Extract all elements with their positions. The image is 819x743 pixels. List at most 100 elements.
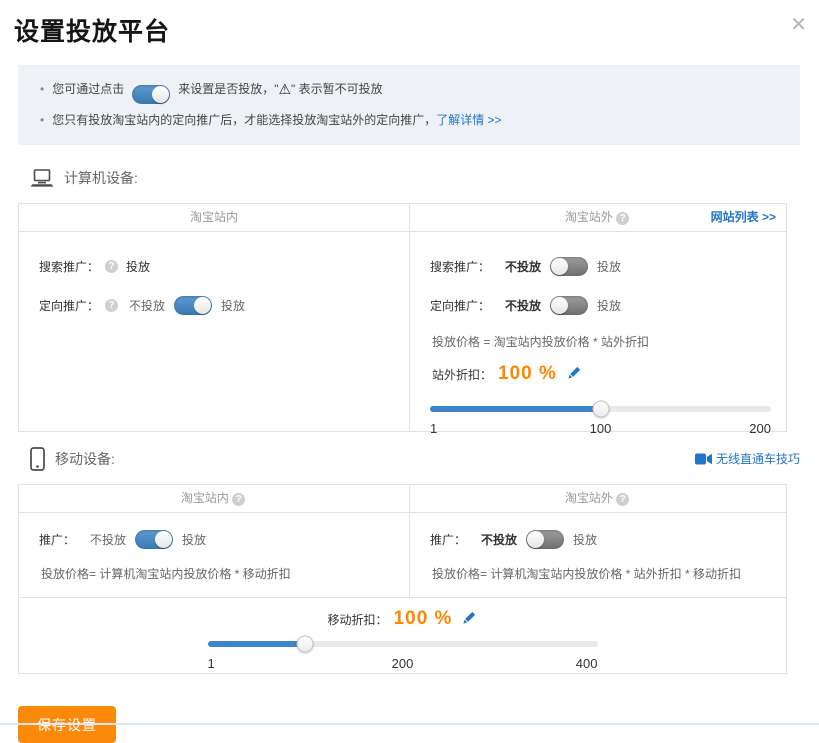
offsite-discount-value: 100 % — [498, 363, 557, 385]
learn-more-link[interactable]: 了解详情 >> — [436, 113, 501, 127]
mobile-discount-section: 移动折扣： 100 % 1 200 400 — [19, 597, 786, 673]
toggle-on-label: 投放 — [597, 258, 621, 275]
notice-line1-text-after: 来设置是否投放，" — [178, 82, 278, 96]
target-promo-row-offsite: 定向推广： 不投放 投放 — [430, 293, 771, 317]
dialog: ✕ 设置投放平台 •您可通过点击来设置是否投放，"⚠" 表示暂不可投放 • 您只有… — [0, 12, 819, 743]
mobile-offsite-header-label: 淘宝站外 — [565, 491, 613, 505]
toggle-off-label: 不投放 — [129, 297, 165, 314]
wireless-tips-link[interactable]: 无线直通车技巧 — [695, 450, 800, 468]
toggle-on-label: 投放 — [573, 531, 597, 548]
computer-section-label: 计算机设备: — [64, 168, 138, 188]
help-icon[interactable]: ? — [616, 493, 629, 506]
mobile-promo-row-offsite: 推广： 不投放 投放 — [430, 527, 771, 551]
computer-onsite-header: 淘宝站内 — [19, 204, 410, 231]
mobile-table-header: 淘宝站内 ? 淘宝站外 ? — [19, 485, 786, 513]
help-icon[interactable]: ? — [105, 299, 118, 312]
mobile-slider-wrap: 1 200 400 — [208, 641, 598, 672]
toggle-on-label: 投放 — [182, 531, 206, 548]
mobile-table: 淘宝站内 ? 淘宝站外 ? 推广： 不投放 投放 投放价格= 计算机淘宝站内投放… — [18, 484, 787, 674]
phone-icon — [30, 447, 45, 471]
mobile-offsite-cell: 推广： 不投放 投放 投放价格= 计算机淘宝站内投放价格 * 站外折扣 * 移动… — [410, 513, 786, 597]
search-promo-row-onsite: 搜索推广： ? 投放 — [39, 254, 394, 278]
slider-mid-label: 200 — [392, 656, 414, 671]
search-promo-offsite-toggle[interactable] — [550, 257, 588, 276]
mobile-offsite-toggle[interactable] — [526, 530, 564, 549]
sample-toggle[interactable] — [132, 85, 170, 104]
computer-offsite-cell: 搜索推广： 不投放 投放 定向推广： 不投放 投放 投放价格 = 淘宝站内投放价… — [410, 232, 786, 431]
search-promo-state: 投放 — [126, 258, 150, 275]
notice-line-2: • 您只有投放淘宝站内的定向推广后，才能选择投放淘宝站外的定向推广，了解详情 >> — [40, 107, 782, 133]
help-icon[interactable]: ? — [232, 493, 245, 506]
notice-box: •您可通过点击来设置是否投放，"⚠" 表示暂不可投放 • 您只有投放淘宝站内的定向… — [18, 65, 800, 145]
computer-table-header: 淘宝站内 淘宝站外 ? 网站列表 >> — [19, 204, 786, 232]
slider-max-label: 400 — [576, 656, 598, 671]
close-icon[interactable]: ✕ — [790, 12, 807, 38]
toggle-off-label: 不投放 — [481, 531, 517, 548]
toggle-on-label: 投放 — [597, 297, 621, 314]
computer-offsite-header-label: 淘宝站外 — [565, 210, 613, 224]
mobile-onsite-header: 淘宝站内 ? — [19, 485, 410, 512]
toggle-off-label: 不投放 — [505, 258, 541, 275]
website-list-link[interactable]: 网站列表 >> — [711, 204, 776, 231]
mobile-offsite-header: 淘宝站外 ? — [410, 485, 786, 512]
notice-line1-text-end: " 表示暂不可投放 — [291, 82, 383, 96]
bottom-divider — [0, 723, 819, 725]
edit-pencil-icon[interactable] — [462, 610, 477, 628]
toggle-on-label: 投放 — [221, 297, 245, 314]
search-promo-row-offsite: 搜索推广： 不投放 投放 — [430, 254, 771, 278]
mobile-discount-value: 100 % — [394, 608, 453, 630]
mobile-promo-label: 推广： — [39, 531, 75, 548]
slider-mid-label: 100 — [590, 421, 612, 436]
search-promo-label: 搜索推广： — [39, 258, 99, 275]
computer-table: 淘宝站内 淘宝站外 ? 网站列表 >> 搜索推广： ? 投放 定向推广： ? 不… — [18, 203, 787, 432]
notice-line-1: •您可通过点击来设置是否投放，"⚠" 表示暂不可投放 — [40, 76, 782, 107]
mobile-discount-label: 移动折扣： — [328, 611, 388, 628]
mobile-onsite-cell: 推广： 不投放 投放 投放价格= 计算机淘宝站内投放价格 * 移动折扣 — [19, 513, 410, 597]
sample-toggle-wrap — [132, 81, 170, 107]
mobile-onsite-header-label: 淘宝站内 — [181, 491, 229, 505]
target-promo-label: 定向推广： — [430, 297, 490, 314]
bullet-icon: • — [40, 82, 44, 96]
page-title: 设置投放平台 — [14, 12, 819, 48]
warning-icon: ⚠ — [278, 81, 291, 97]
slider-fill — [430, 406, 601, 412]
video-camera-icon — [695, 453, 712, 468]
mobile-section-label: 移动设备: — [55, 449, 115, 469]
mobile-discount-slider[interactable] — [208, 641, 598, 647]
toggle-off-label: 不投放 — [90, 531, 126, 548]
computer-onsite-cell: 搜索推广： ? 投放 定向推广： ? 不投放 投放 — [19, 232, 410, 431]
computer-offsite-header: 淘宝站外 ? 网站列表 >> — [410, 204, 786, 231]
target-promo-row-onsite: 定向推广： ? 不投放 投放 — [39, 293, 394, 317]
slider-min-label: 1 — [430, 421, 437, 436]
mobile-promo-row-onsite: 推广： 不投放 投放 — [39, 527, 394, 551]
mobile-promo-label: 推广： — [430, 531, 466, 548]
offsite-discount-row: 站外折扣： 100 % — [432, 362, 771, 386]
offsite-price-formula: 投放价格 = 淘宝站内投放价格 * 站外折扣 — [432, 333, 771, 350]
target-promo-onsite-toggle[interactable] — [174, 296, 212, 315]
slider-knob[interactable] — [592, 401, 609, 418]
mobile-onsite-price-formula: 投放价格= 计算机淘宝站内投放价格 * 移动折扣 — [41, 565, 394, 582]
offsite-slider-labels: 1 100 200 — [430, 421, 771, 437]
slider-max-label: 200 — [749, 421, 771, 436]
mobile-onsite-toggle[interactable] — [135, 530, 173, 549]
mobile-slider-labels: 1 200 400 — [208, 656, 598, 672]
mobile-offsite-price-formula: 投放价格= 计算机淘宝站内投放价格 * 站外折扣 * 移动折扣 — [432, 565, 771, 582]
bullet-icon: • — [40, 113, 44, 127]
notice-line2-text: 您只有投放淘宝站内的定向推广后，才能选择投放淘宝站外的定向推广， — [52, 113, 436, 127]
search-promo-label: 搜索推广： — [430, 258, 490, 275]
edit-pencil-icon[interactable] — [567, 365, 582, 383]
slider-knob[interactable] — [297, 636, 314, 653]
help-icon[interactable]: ? — [616, 212, 629, 225]
mobile-section-header: 移动设备: 无线直通车技巧 — [18, 444, 800, 474]
target-promo-offsite-toggle[interactable] — [550, 296, 588, 315]
slider-min-label: 1 — [208, 656, 215, 671]
toggle-off-label: 不投放 — [505, 297, 541, 314]
laptop-icon — [30, 169, 54, 188]
slider-fill — [208, 641, 306, 647]
offsite-discount-label: 站外折扣： — [432, 366, 492, 383]
mobile-discount-row: 移动折扣： 100 % — [19, 606, 786, 632]
offsite-discount-slider[interactable] — [430, 406, 771, 412]
target-promo-label: 定向推广： — [39, 297, 99, 314]
help-icon[interactable]: ? — [105, 260, 118, 273]
wireless-tips-label: 无线直通车技巧 — [716, 452, 800, 466]
